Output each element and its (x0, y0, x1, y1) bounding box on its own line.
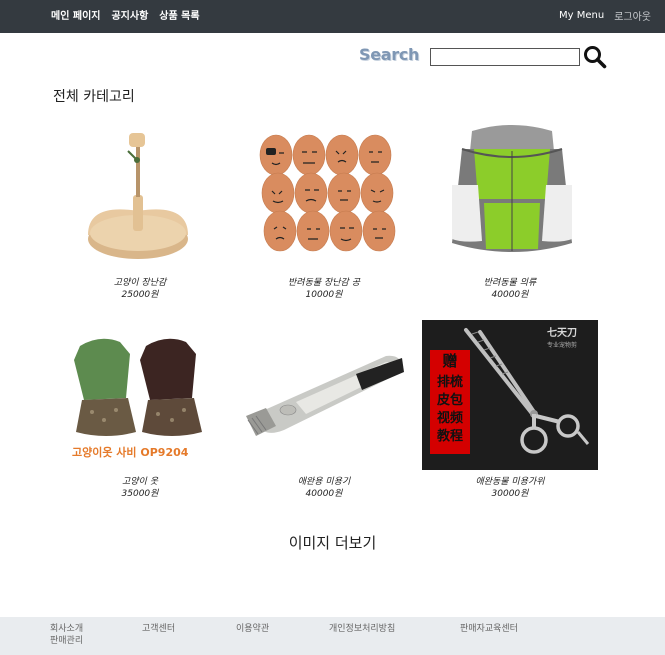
product-image-logo-sub: 专业宠物剪 (547, 341, 577, 349)
search-button[interactable] (583, 45, 607, 69)
product-name[interactable]: 반려동물 의류 (422, 277, 598, 289)
footer: 회사소개 고객센터 이용약관 개인정보처리방침 판매자교육센터 판매관리 (0, 617, 665, 655)
product-image-caption: 고양이옷 사비 OP9204 (72, 445, 189, 459)
product-card[interactable]: 고양이옷 사비 OP9204 고양이 옷 35000원 (52, 320, 228, 500)
product-price: 30000원 (491, 489, 529, 499)
product-name[interactable]: 고양이 장난감 (52, 277, 228, 289)
product-name[interactable]: 애완동물 미용가위 (422, 476, 598, 488)
product-price: 25000원 (121, 290, 159, 300)
product-image-caption: 排梳 (437, 374, 463, 390)
product-name[interactable]: 애완용 미용기 (236, 476, 412, 488)
product-image-cat-toy[interactable] (52, 121, 228, 271)
nav-right-group: My Menu 로그아웃 (549, 0, 651, 30)
nav-home-link[interactable]: 메인 페이지 (51, 7, 100, 22)
product-image-caption: 皮包 (436, 392, 463, 408)
footer-support-link[interactable]: 고객센터 (142, 621, 175, 634)
product-image-cat-clothes[interactable]: 고양이옷 사비 OP9204 (52, 320, 228, 470)
product-image-pet-jacket[interactable] (422, 121, 598, 271)
product-price: 35000원 (121, 489, 159, 499)
nav-notice-link[interactable]: 공지사항 (111, 7, 148, 22)
product-name[interactable]: 고양이 옷 (52, 476, 228, 488)
footer-sales-mgmt-link[interactable]: 판매관리 (50, 633, 83, 646)
product-card[interactable]: 반려동물 의류 40000원 (422, 121, 598, 301)
product-name[interactable]: 반려동물 장난감 공 (236, 277, 412, 289)
product-image-grooming-scissors[interactable]: 赠 排梳 皮包 视频 教程 七天刀 专业宠物剪 (422, 320, 598, 470)
product-card[interactable]: 고양이 장난감 25000원 (52, 121, 228, 301)
footer-terms-link[interactable]: 이용약관 (236, 621, 269, 634)
product-image-egg-balls[interactable] (236, 121, 412, 271)
nav-left-group: 메인 페이지 공지사항 상품 목록 (51, 0, 211, 28)
product-card[interactable]: 반려동물 장난감 공 10000원 (236, 121, 412, 301)
product-price: 10000원 (305, 290, 343, 300)
nav-products-link[interactable]: 상품 목록 (159, 7, 199, 22)
product-price: 40000원 (491, 290, 529, 300)
search-label: Search (359, 45, 420, 64)
product-price: 40000원 (305, 489, 343, 499)
product-image-hair-clipper[interactable] (236, 320, 412, 470)
more-images-link[interactable]: 이미지 더보기 (0, 532, 665, 553)
top-navbar: 메인 페이지 공지사항 상품 목록 My Menu 로그아웃 (0, 0, 665, 33)
product-image-logo: 七天刀 (547, 326, 577, 339)
product-card[interactable]: 애완용 미용기 40000원 (236, 320, 412, 500)
search-icon (584, 46, 607, 69)
logout-link[interactable]: 로그아웃 (614, 8, 651, 23)
search-input[interactable] (430, 48, 580, 66)
product-image-caption: 视频 (437, 410, 463, 426)
product-image-caption: 教程 (436, 428, 463, 444)
footer-privacy-link[interactable]: 개인정보처리방침 (329, 621, 395, 634)
category-title: 전체 카테고리 (53, 89, 135, 105)
product-image-caption: 赠 (442, 352, 457, 370)
my-menu-link[interactable]: My Menu (559, 10, 604, 21)
product-card[interactable]: 赠 排梳 皮包 视频 教程 七天刀 专业宠物剪 애완동물 미용가위 30000원 (422, 320, 598, 500)
footer-seller-edu-link[interactable]: 판매자교육센터 (460, 621, 518, 634)
